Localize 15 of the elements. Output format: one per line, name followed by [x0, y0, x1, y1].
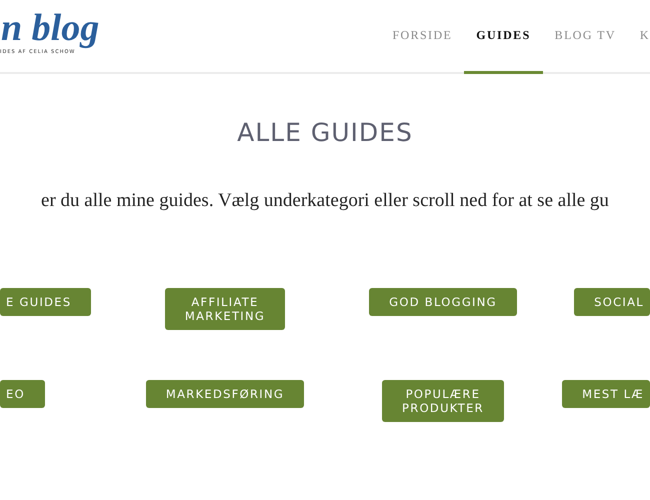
category-button[interactable]: MARKEDSFØRING	[146, 380, 304, 408]
nav-link[interactable]: BLOG TV	[542, 0, 628, 74]
nav-link[interactable]: K	[628, 0, 650, 74]
intro-text: er du alle mine guides. Vælg underkategori eller scroll ned for at se alle gu	[40, 190, 610, 212]
category-button[interactable]: SOCIAL	[574, 288, 650, 316]
category-button[interactable]: AFFILIATE MARKETING	[164, 288, 286, 330]
category-button[interactable]: GOD BLOGGING	[369, 288, 517, 316]
category-button[interactable]: MEST LÆ	[562, 380, 650, 408]
nav-link[interactable]: FORSIDE	[380, 0, 464, 74]
category-button[interactable]: POPULÆRE PRODUKTER	[382, 380, 504, 422]
category-button[interactable]: EO	[0, 380, 45, 408]
nav-link[interactable]: GUIDES	[464, 0, 543, 74]
category-button[interactable]: E GUIDES	[0, 288, 92, 316]
page-heading: ALLE GUIDES	[236, 118, 414, 147]
logo-script-text: n blog	[1, 8, 100, 48]
